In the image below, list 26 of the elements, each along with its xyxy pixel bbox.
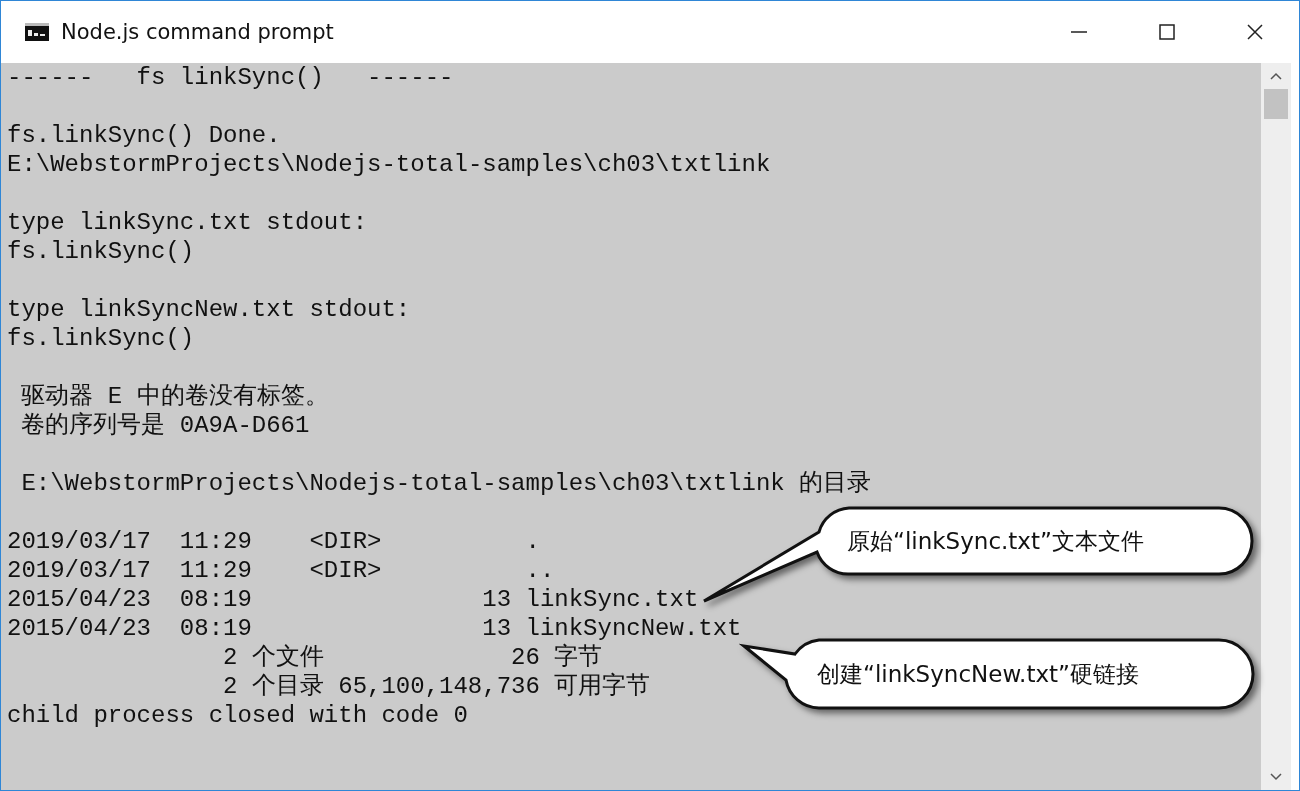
console-line: fs.linkSync() Done.: [7, 121, 281, 150]
maximize-icon: [1157, 22, 1177, 42]
scroll-down-icon[interactable]: [1269, 772, 1283, 782]
console-line: E:\WebstormProjects\Nodejs-total-samples\ch03\txtlink 的目录: [20, 469, 872, 498]
console-line: 2019/03/17 11:29 <DIR> ..: [7, 556, 555, 585]
console-icon: [25, 23, 49, 41]
scrollbar-thumb[interactable]: [1264, 89, 1288, 119]
window-title: Node.js command prompt: [61, 20, 334, 44]
console-line: 2 个目录 65,100,148,736 可用字节: [222, 672, 651, 701]
console-line: 卷的序列号是 0A9A-D661: [20, 411, 310, 440]
console-line: 2015/04/23 08:19 13 linkSyncNew.txt: [7, 614, 742, 643]
console-line: type linkSyncNew.txt stdout:: [7, 295, 411, 324]
console-line: 驱动器 E 中的卷没有标签。: [20, 382, 329, 411]
console-line: 2015/04/23 08:19 13 linkSync.txt: [7, 585, 699, 614]
console-line: 2019/03/17 11:29 <DIR> .: [7, 527, 540, 556]
scroll-up-icon[interactable]: [1269, 71, 1283, 81]
console-line: ------ fs linkSync() ------: [7, 63, 454, 92]
minimize-icon: [1071, 31, 1087, 33]
console-line: fs.linkSync(): [7, 324, 195, 353]
scrollbar[interactable]: [1261, 63, 1291, 790]
console-line: fs.linkSync(): [7, 237, 195, 266]
close-icon: [1245, 22, 1265, 42]
console-line: 2 个文件 26 字节: [222, 643, 603, 672]
console-line: E:\WebstormProjects\Nodejs-total-samples\ch03\txtlink: [7, 150, 771, 179]
console-line: child process closed with code 0: [7, 701, 468, 730]
console-line: type linkSync.txt stdout:: [7, 208, 368, 237]
